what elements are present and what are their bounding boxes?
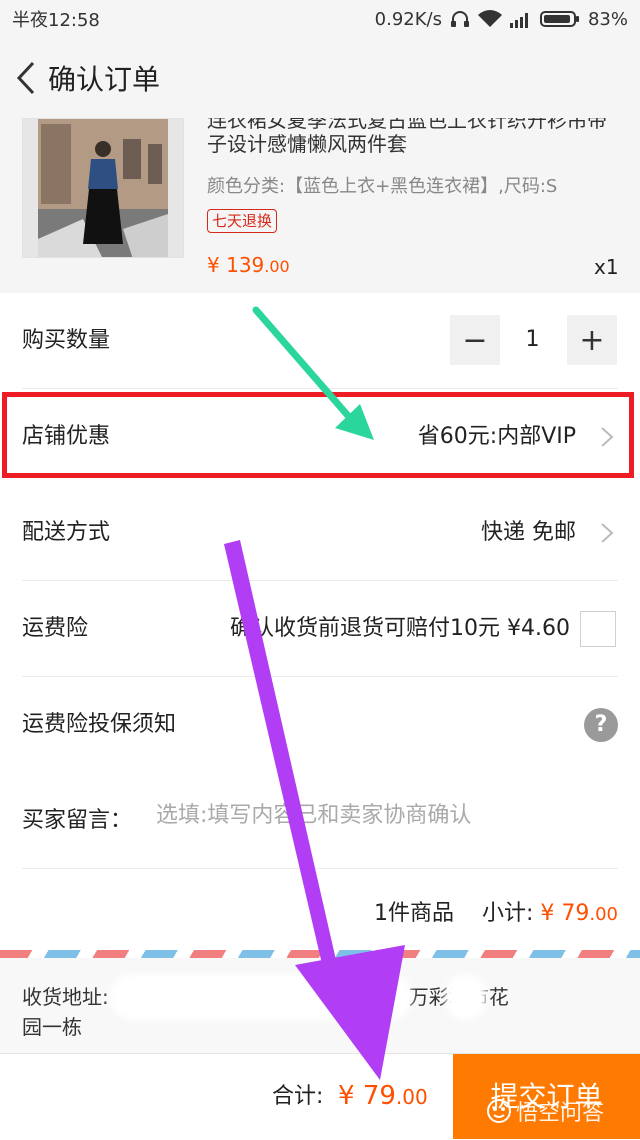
insurance-notice-row[interactable]: 运费险投保须知	[0, 677, 640, 773]
nav-bar: 确认订单	[0, 38, 640, 118]
price-symbol: ¥	[207, 253, 227, 277]
insurance-notice-label: 运费险投保须知	[22, 712, 177, 737]
address-section[interactable]: 收货地址:道龙万彩城市花 园一栋	[0, 958, 640, 1053]
quantity-plus-button[interactable]: +	[567, 315, 617, 365]
divider	[22, 868, 618, 869]
chevron-left-icon[interactable]	[4, 56, 48, 100]
status-time: 半夜12:58	[12, 10, 100, 31]
total-amount: ¥ 79.00	[338, 1054, 428, 1140]
quantity-minus-button[interactable]: −	[450, 315, 500, 365]
product-quantity: x1	[594, 255, 619, 279]
purchase-quantity-label: 购买数量	[22, 328, 111, 353]
address-redaction	[116, 980, 406, 1014]
status-right: 0.92K/s 83%	[375, 9, 628, 30]
status-bar: 半夜12:58 0.92K/s 83%	[0, 0, 640, 38]
net-speed: 0.92K/s	[374, 8, 442, 30]
return-badge: 七天退换	[207, 209, 278, 233]
total-symbol: ¥	[338, 1081, 363, 1111]
total-label: 合计:	[272, 1084, 324, 1109]
price-decimal: .00	[264, 257, 290, 276]
product-price: ¥ 139.00	[207, 253, 290, 277]
help-icon[interactable]: ?	[584, 708, 618, 742]
delivery-row[interactable]: 配送方式 快递 免邮	[0, 485, 640, 581]
shipping-insurance-label: 运费险	[22, 616, 89, 641]
shipping-insurance-checkbox[interactable]	[580, 611, 616, 647]
battery-icon	[539, 10, 580, 28]
highlight-box	[2, 392, 634, 478]
address-redaction	[451, 980, 481, 1014]
headphones-icon	[450, 10, 470, 28]
battery-level: 83%	[587, 8, 628, 30]
subtotal-label: 小计:	[481, 901, 541, 926]
subtotal-amount: ¥ 79.00	[540, 901, 618, 926]
signal-icon	[509, 10, 532, 28]
product-thumbnail[interactable]	[22, 118, 184, 258]
delivery-value: 快递 免邮	[481, 520, 576, 545]
delivery-label: 配送方式	[22, 520, 111, 545]
item-count: 1件商品	[373, 901, 454, 926]
price-int: 139	[226, 253, 265, 277]
airmail-divider	[0, 950, 640, 958]
wifi-icon	[477, 10, 502, 28]
page-title: 确认订单	[48, 63, 161, 96]
product-title: 子设计感慵懒风两件套	[207, 132, 407, 156]
buyer-message-label: 买家留言：	[22, 808, 133, 833]
watermark: 悟空问答	[486, 1095, 604, 1127]
subtotal-decimal: .00	[589, 904, 618, 925]
subtotal-line: 1件商品 小计: ¥ 79.00	[374, 895, 618, 927]
address-line2: 园一栋	[22, 1015, 82, 1039]
total-decimal: .00	[395, 1085, 428, 1109]
watermark-text: 悟空问答	[516, 1101, 605, 1126]
shipping-insurance-row: 运费险 确认收货前退货可赔付10元 ¥4.60	[0, 581, 640, 677]
buyer-message-input[interactable]: 选填:填写内容已和卖家协商确认	[156, 797, 606, 829]
wukong-logo-icon	[487, 1099, 511, 1123]
shipping-insurance-value: 确认收货前退货可赔付10元 ¥4.60	[230, 616, 570, 641]
product-sku: 颜色分类:【蓝色上衣+黑色连衣裙】,尺码:S	[207, 176, 558, 197]
quantity-value[interactable]: 1	[510, 315, 555, 365]
subtotal-int: 79	[561, 901, 590, 926]
chevron-right-icon	[601, 523, 614, 543]
subtotal-symbol: ¥	[540, 901, 562, 926]
address-label: 收货地址:	[22, 985, 109, 1009]
total-int: 79	[362, 1081, 396, 1111]
